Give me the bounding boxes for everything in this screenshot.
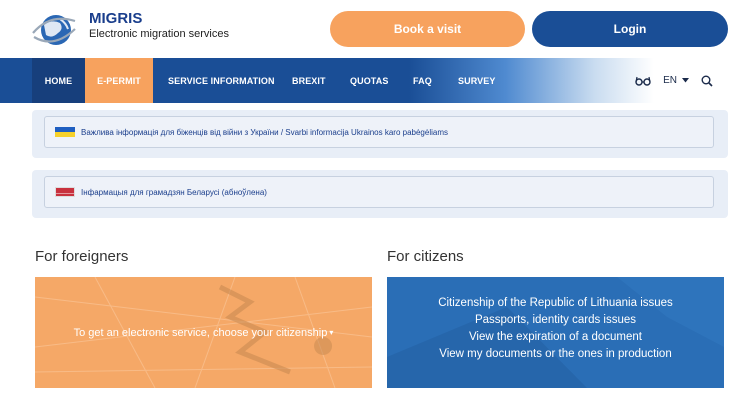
notice-ukraine-text: Важлива інформація для біженців від війн… (81, 127, 448, 137)
search-icon[interactable] (701, 75, 713, 87)
brand-title[interactable]: MIGRIS (89, 10, 142, 27)
header: MIGRIS Electronic migration services Boo… (0, 0, 743, 58)
belarus-flag-icon (55, 187, 75, 197)
nav-item-home[interactable]: HOME (32, 58, 85, 103)
main-navigation: HOME E-PERMIT SERVICE INFORMATION BREXIT… (0, 58, 743, 103)
nav-item-quotas[interactable]: QUOTAS (350, 58, 388, 103)
for-foreigners-title: For foreigners (35, 248, 129, 265)
nav-tools: EN (635, 58, 713, 103)
notice-belarus-container: Інфармацыя для грамадзян Беларусі (абноў… (32, 170, 728, 218)
nav-item-e-permit[interactable]: E-PERMIT (85, 58, 153, 103)
citizens-card: Citizenship of the Republic of Lithuania… (387, 277, 724, 388)
notice-ukraine[interactable]: Важлива інформація для біженців від війн… (44, 116, 714, 148)
choose-citizenship-dropdown[interactable]: To get an electronic service, choose you… (35, 277, 372, 388)
nav-item-brexit[interactable]: BREXIT (292, 58, 326, 103)
nav-item-faq[interactable]: FAQ (413, 58, 432, 103)
ukraine-flag-icon (55, 127, 75, 137)
login-button[interactable]: Login (532, 11, 728, 47)
language-code: EN (663, 75, 677, 86)
my-documents-link[interactable]: View my documents or the ones in product… (387, 346, 724, 363)
notice-ukraine-container: Важлива інформація для біженців від війн… (32, 110, 728, 158)
glasses-icon[interactable] (635, 76, 651, 86)
foreigners-card[interactable]: To get an electronic service, choose you… (35, 277, 372, 388)
notice-belarus[interactable]: Інфармацыя для грамадзян Беларусі (абноў… (44, 176, 714, 208)
choose-citizenship-text: To get an electronic service, choose you… (73, 326, 328, 339)
notice-belarus-text: Інфармацыя для грамадзян Беларусі (абноў… (81, 187, 267, 197)
citizenship-issues-link[interactable]: Citizenship of the Republic of Lithuania… (387, 295, 724, 312)
passports-id-cards-link[interactable]: Passports, identity cards issues (387, 312, 724, 329)
for-citizens-title: For citizens (387, 248, 464, 265)
document-expiration-link[interactable]: View the expiration of a document (387, 329, 724, 346)
nav-item-service-information[interactable]: SERVICE INFORMATION (168, 58, 275, 103)
brand-subtitle: Electronic migration services (89, 28, 229, 40)
chevron-down-icon: ▾ (329, 328, 334, 337)
migris-globe-logo-icon[interactable] (30, 9, 78, 51)
citizen-services-list: Citizenship of the Republic of Lithuania… (387, 295, 724, 363)
book-visit-button[interactable]: Book a visit (330, 11, 525, 47)
nav-item-survey[interactable]: SURVEY (458, 58, 495, 103)
chevron-down-icon (682, 78, 689, 83)
language-selector[interactable]: EN (663, 75, 689, 86)
